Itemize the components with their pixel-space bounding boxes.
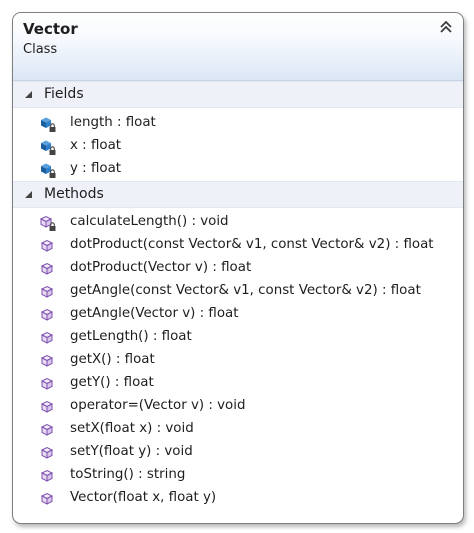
method-row-calculatelength-void[interactable]: calculateLength() : void	[13, 212, 463, 235]
method-signature: getAngle(const Vector& v1, const Vector&…	[70, 283, 421, 298]
methods-section-label: Methods	[44, 186, 104, 202]
method-row-setx-float-x-void[interactable]: setX(float x) : void	[13, 419, 463, 442]
method-icon	[39, 353, 57, 370]
class-stereotype: Class	[23, 42, 58, 57]
method-signature: calculateLength() : void	[70, 214, 229, 229]
method-icon	[39, 330, 57, 347]
fields-section-label: Fields	[44, 86, 84, 102]
method-icon	[39, 468, 57, 485]
method-signature: dotProduct(Vector v) : float	[70, 260, 252, 275]
method-row-getangle-vector-v-float[interactable]: getAngle(Vector v) : float	[13, 304, 463, 327]
method-row-dotproduct-const-vector-v1-const-vector-[interactable]: dotProduct(const Vector& v1, const Vecto…	[13, 235, 463, 258]
fields-section-header[interactable]: Fields	[13, 81, 463, 108]
fields-list: length : float x : float y : float	[13, 108, 463, 181]
method-icon	[39, 376, 57, 393]
method-signature: toString() : string	[70, 467, 186, 482]
class-name: Vector	[23, 20, 78, 38]
field-signature: x : float	[70, 138, 122, 153]
method-signature: getLength() : float	[70, 329, 192, 344]
class-shape-vector[interactable]: Vector Class Fields length : float x : fl…	[12, 12, 464, 524]
field-signature: length : float	[70, 115, 156, 130]
method-icon	[39, 399, 57, 416]
method-row-getx-float[interactable]: getX() : float	[13, 350, 463, 373]
methods-section-header[interactable]: Methods	[13, 181, 463, 208]
method-icon	[39, 491, 57, 508]
method-signature: Vector(float x, float y)	[70, 490, 217, 505]
method-row-operator-vector-v-void[interactable]: operator=(Vector v) : void	[13, 396, 463, 419]
field-row-x-float[interactable]: x : float	[13, 136, 463, 159]
method-signature: setY(float y) : void	[70, 444, 193, 459]
private-field-icon	[39, 116, 57, 133]
field-row-length-float[interactable]: length : float	[13, 113, 463, 136]
private-field-icon	[39, 162, 57, 179]
method-row-vector-float-x-float-y[interactable]: Vector(float x, float y)	[13, 488, 463, 511]
method-row-getlength-float[interactable]: getLength() : float	[13, 327, 463, 350]
method-signature: getY() : float	[70, 375, 154, 390]
private-field-icon	[39, 139, 57, 156]
method-signature: dotProduct(const Vector& v1, const Vecto…	[70, 237, 434, 252]
collapse-chevron-up-icon[interactable]	[438, 19, 454, 35]
method-signature: operator=(Vector v) : void	[70, 398, 246, 413]
method-icon	[39, 261, 57, 278]
expanded-triangle-icon[interactable]	[24, 90, 33, 99]
expanded-triangle-icon[interactable]	[24, 190, 33, 199]
method-signature: setX(float x) : void	[70, 421, 194, 436]
method-row-sety-float-y-void[interactable]: setY(float y) : void	[13, 442, 463, 465]
method-row-gety-float[interactable]: getY() : float	[13, 373, 463, 396]
method-signature: getAngle(Vector v) : float	[70, 306, 239, 321]
method-row-tostring-string[interactable]: toString() : string	[13, 465, 463, 488]
private-method-icon	[39, 215, 57, 232]
method-signature: getX() : float	[70, 352, 155, 367]
method-icon	[39, 445, 57, 462]
method-icon	[39, 307, 57, 324]
method-icon	[39, 284, 57, 301]
method-icon	[39, 422, 57, 439]
methods-list: calculateLength() : void dotProduct(const…	[13, 208, 463, 511]
field-signature: y : float	[70, 161, 122, 176]
field-row-y-float[interactable]: y : float	[13, 159, 463, 182]
method-icon	[39, 238, 57, 255]
method-row-getangle-const-vector-v1-const-vector-v2[interactable]: getAngle(const Vector& v1, const Vector&…	[13, 281, 463, 304]
class-header[interactable]: Vector Class	[13, 13, 463, 81]
method-row-dotproduct-vector-v-float[interactable]: dotProduct(Vector v) : float	[13, 258, 463, 281]
